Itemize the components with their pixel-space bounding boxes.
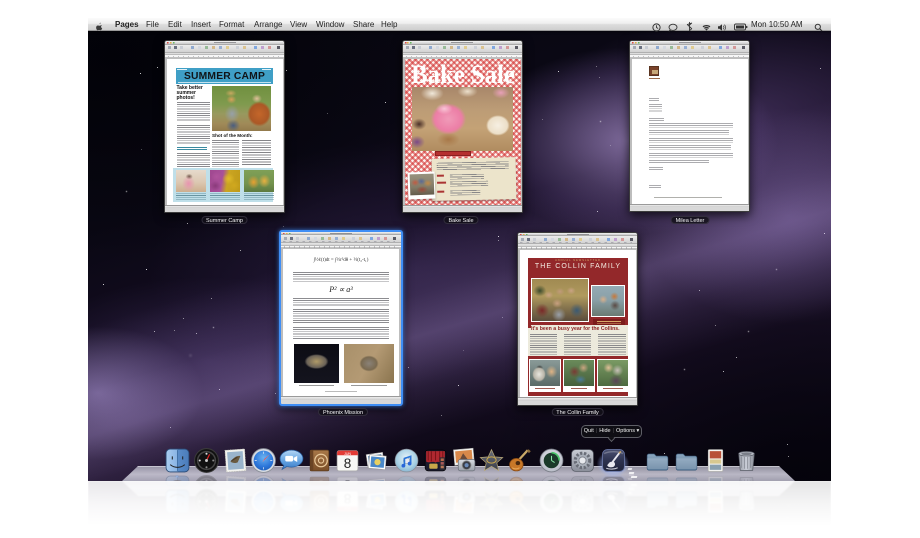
- svg-text:8: 8: [344, 456, 352, 471]
